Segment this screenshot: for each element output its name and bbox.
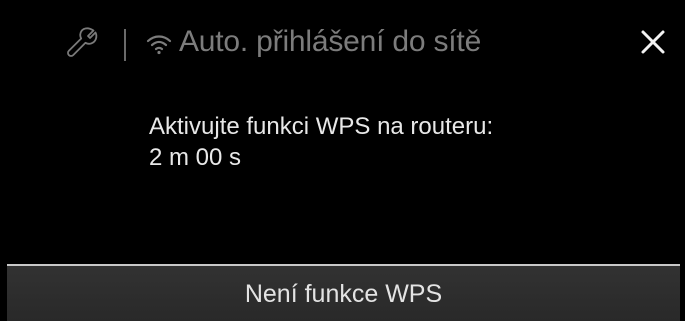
wps-countdown-timer: 2 m 00 s bbox=[149, 144, 242, 171]
wps-auto-login-screen: Auto. přihlášení do sítě Aktivujte funkc… bbox=[0, 0, 685, 321]
wrench-icon[interactable] bbox=[66, 26, 100, 60]
no-wps-button[interactable]: Není funkce WPS bbox=[7, 264, 680, 321]
wps-instruction-text: Aktivujte funkci WPS na routeru: bbox=[149, 113, 494, 140]
header-divider bbox=[124, 29, 126, 61]
wifi-icon bbox=[146, 33, 172, 55]
header-bar: Auto. přihlášení do sítě bbox=[0, 0, 685, 88]
page-title: Auto. přihlášení do sítě bbox=[179, 25, 482, 58]
no-wps-button-label: Není funkce WPS bbox=[244, 280, 443, 308]
wps-instruction-message: Aktivujte funkci WPS na routeru: 2 m 00 … bbox=[149, 111, 493, 173]
close-icon[interactable] bbox=[637, 26, 669, 58]
